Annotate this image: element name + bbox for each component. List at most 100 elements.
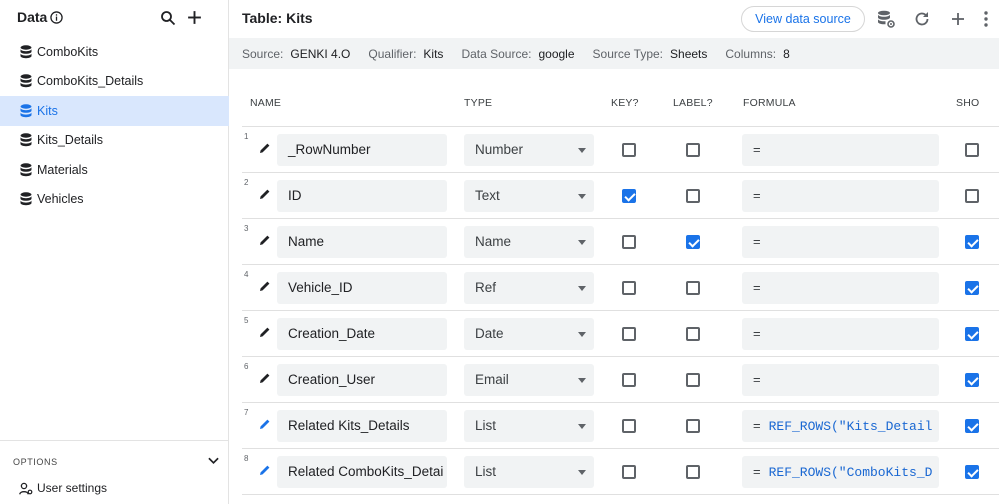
column-name-field[interactable]: Related Kits_Details xyxy=(277,410,447,442)
source-key: Source: xyxy=(242,46,284,61)
formula-field[interactable]: = REF_ROWS("ComboKits_D xyxy=(742,456,939,488)
label-checkbox[interactable] xyxy=(686,143,700,157)
qualifier-key: Qualifier: xyxy=(368,46,417,61)
dropdown-caret-icon xyxy=(578,286,586,291)
source-value: GENKI 4.O xyxy=(290,46,351,61)
column-type-select[interactable]: Ref xyxy=(464,272,594,304)
edit-pencil-icon[interactable] xyxy=(259,188,271,200)
add-column-icon[interactable] xyxy=(948,9,968,29)
show-checkbox[interactable] xyxy=(965,143,979,157)
sidebar-item-label: ComboKits xyxy=(37,44,99,59)
sidebar-item-combokits[interactable]: ComboKits xyxy=(0,37,229,67)
show-checkbox[interactable] xyxy=(965,327,979,341)
show-checkbox[interactable] xyxy=(965,281,979,295)
formula-field[interactable]: = xyxy=(742,134,939,166)
edit-pencil-icon[interactable] xyxy=(259,280,271,292)
data-source-value: google xyxy=(538,46,575,61)
formula-field[interactable]: = xyxy=(742,318,939,350)
label-checkbox[interactable] xyxy=(686,327,700,341)
header-formula: FORMULA xyxy=(743,97,796,109)
search-icon[interactable] xyxy=(160,10,176,26)
database-settings-icon[interactable] xyxy=(876,9,896,29)
key-checkbox[interactable] xyxy=(622,281,636,295)
sidebar-item-kits-details[interactable]: Kits_Details xyxy=(0,126,229,156)
column-type-select[interactable]: Number xyxy=(464,134,594,166)
columns-grid: NAME TYPE KEY? LABEL? FORMULA SHO 1 _RowN… xyxy=(229,69,999,504)
formula-field[interactable]: = xyxy=(742,180,939,212)
label-checkbox[interactable] xyxy=(686,465,700,479)
column-type-select[interactable]: List xyxy=(464,456,594,488)
edit-pencil-icon[interactable] xyxy=(259,464,271,476)
key-checkbox[interactable] xyxy=(622,143,636,157)
column-type-value: Number xyxy=(475,142,524,157)
column-type-select[interactable]: List xyxy=(464,410,594,442)
key-checkbox[interactable] xyxy=(622,189,636,203)
sidebar-item-label: Vehicles xyxy=(37,192,84,207)
formula-field[interactable]: = xyxy=(742,364,939,396)
show-checkbox[interactable] xyxy=(965,235,979,249)
label-checkbox[interactable] xyxy=(686,281,700,295)
column-name-field[interactable]: _RowNumber xyxy=(277,134,447,166)
key-checkbox[interactable] xyxy=(622,373,636,387)
column-row: 7 Related Kits_Details List = REF_ROWS("Kits… xyxy=(242,403,999,449)
more-options-icon[interactable] xyxy=(976,9,996,29)
column-name-field[interactable]: Name xyxy=(277,226,447,258)
header-key: KEY? xyxy=(611,97,639,109)
top-bar: Table: Kits View data source xyxy=(229,0,999,38)
key-checkbox[interactable] xyxy=(622,465,636,479)
formula-equals: = xyxy=(753,234,761,249)
label-checkbox[interactable] xyxy=(686,419,700,433)
options-section: OPTIONS User settings xyxy=(0,440,229,504)
formula-field[interactable]: = REF_ROWS("Kits_Detail xyxy=(742,410,939,442)
edit-pencil-icon[interactable] xyxy=(259,142,271,154)
column-type-select[interactable]: Text xyxy=(464,180,594,212)
dropdown-caret-icon xyxy=(578,378,586,383)
sidebar-item-materials[interactable]: Materials xyxy=(0,155,229,185)
column-type-value: Name xyxy=(475,234,512,249)
column-name-field[interactable]: Creation_User xyxy=(277,364,447,396)
column-name-field[interactable]: Creation_Date xyxy=(277,318,447,350)
header-type: TYPE xyxy=(464,97,493,109)
view-data-source-button[interactable]: View data source xyxy=(741,6,865,32)
database-icon xyxy=(20,133,32,147)
label-checkbox[interactable] xyxy=(686,189,700,203)
dropdown-caret-icon xyxy=(578,240,586,245)
edit-pencil-icon[interactable] xyxy=(259,418,271,430)
show-checkbox[interactable] xyxy=(965,373,979,387)
formula-equals: = xyxy=(753,326,761,341)
formula-field[interactable]: = xyxy=(742,272,939,304)
show-checkbox[interactable] xyxy=(965,189,979,203)
sidebar-item-combokits-details[interactable]: ComboKits_Details xyxy=(0,67,229,97)
add-table-icon[interactable] xyxy=(186,9,203,26)
refresh-icon[interactable] xyxy=(912,9,932,29)
formula-field[interactable]: = xyxy=(742,226,939,258)
dropdown-caret-icon xyxy=(578,332,586,337)
column-name-field[interactable]: Related ComboKits_Detai xyxy=(277,456,447,488)
info-icon[interactable] xyxy=(50,11,63,24)
edit-pencil-icon[interactable] xyxy=(259,372,271,384)
show-checkbox[interactable] xyxy=(965,419,979,433)
show-checkbox[interactable] xyxy=(965,465,979,479)
column-name-field[interactable]: Vehicle_ID xyxy=(277,272,447,304)
row-number: 5 xyxy=(244,316,249,325)
label-checkbox[interactable] xyxy=(686,235,700,249)
user-settings-item[interactable]: User settings xyxy=(19,480,107,496)
formula-equals: = xyxy=(753,188,761,203)
key-checkbox[interactable] xyxy=(622,327,636,341)
edit-pencil-icon[interactable] xyxy=(259,234,271,246)
chevron-down-icon[interactable] xyxy=(208,457,219,465)
row-number: 4 xyxy=(244,270,249,279)
column-type-select[interactable]: Date xyxy=(464,318,594,350)
column-type-select[interactable]: Email xyxy=(464,364,594,396)
qualifier-value: Kits xyxy=(423,46,444,61)
column-name-field[interactable]: ID xyxy=(277,180,447,212)
database-icon xyxy=(20,74,32,88)
key-checkbox[interactable] xyxy=(622,419,636,433)
key-checkbox[interactable] xyxy=(622,235,636,249)
sidebar-item-vehicles[interactable]: Vehicles xyxy=(0,185,229,215)
edit-pencil-icon[interactable] xyxy=(259,326,271,338)
column-type-select[interactable]: Name xyxy=(464,226,594,258)
label-checkbox[interactable] xyxy=(686,373,700,387)
sidebar-title: Data xyxy=(17,9,48,25)
sidebar-item-kits[interactable]: Kits xyxy=(0,96,229,126)
